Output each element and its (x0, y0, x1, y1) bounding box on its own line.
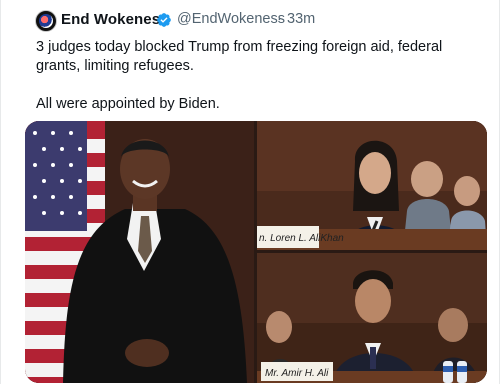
avatar[interactable] (35, 10, 57, 32)
avatar-logo-icon (39, 14, 53, 28)
media-image-hearing-woman[interactable]: n. Loren L. AliKhan (257, 121, 487, 250)
nameplate-bottom-right: Mr. Amir H. Ali (265, 368, 329, 379)
author-name[interactable]: End Wokeness (61, 11, 169, 28)
hearing-woman-image: n. Loren L. AliKhan (257, 121, 487, 250)
hearing-man-image: Mr. Amir H. Ali (257, 253, 487, 383)
media-grid[interactable]: n. Loren L. AliKhan Mr. Amir H. Ali (25, 121, 487, 383)
author-handle[interactable]: @EndWokeness (177, 11, 285, 27)
tweet-text-line2: All were appointed by Biden. (36, 96, 220, 112)
media-image-judge-portrait[interactable] (25, 121, 254, 383)
verified-badge-icon (157, 13, 171, 27)
separator-dot: · (277, 11, 282, 27)
judge-portrait-image (25, 121, 254, 383)
tweet-card[interactable]: End Wokeness @EndWokeness · 33m 3 judges… (0, 0, 500, 384)
nameplate-top-right: n. Loren L. AliKhan (259, 233, 344, 244)
tweet-text: 3 judges today blocked Trump from freezi… (36, 38, 486, 114)
media-image-hearing-man[interactable]: Mr. Amir H. Ali (257, 253, 487, 383)
tweet-text-line1: 3 judges today blocked Trump from freezi… (36, 39, 443, 74)
timestamp[interactable]: 33m (287, 11, 315, 27)
